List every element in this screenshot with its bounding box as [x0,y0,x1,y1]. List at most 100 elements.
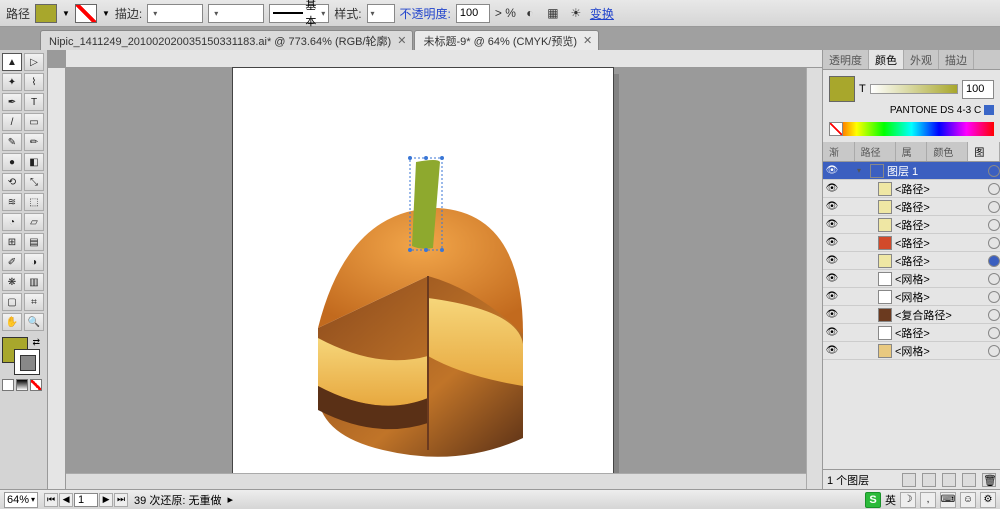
brush-combo[interactable]: 基本▾ [269,4,329,23]
fill-swatch[interactable] [35,4,57,23]
pager-last[interactable]: ⏭ [114,493,128,507]
direct-select-tool[interactable]: ▷ [24,53,44,71]
lasso-tool[interactable]: ⌇ [24,73,44,91]
ime-settings-icon[interactable]: ⚙ [980,492,996,508]
gradient-tool[interactable]: ▤ [24,233,44,251]
free-transform-tool[interactable]: ⬚ [24,193,44,211]
document-tab-2[interactable]: 未标题-9* @ 64% (CMYK/预览)✕ [414,30,599,50]
blend-tool[interactable]: ◑ [24,253,44,271]
color-mode-none[interactable] [30,379,42,391]
visibility-icon[interactable]: 👁 [825,165,839,176]
layer-row[interactable]: 👁<路径> [823,180,1000,198]
tab-stroke[interactable]: 描边 [939,50,974,69]
slice-tool[interactable]: ⌗ [24,293,44,311]
swap-fill-stroke-icon[interactable]: ⇄ [32,337,40,348]
layer-row[interactable]: 👁<网格> [823,342,1000,360]
style-combo[interactable]: ▾ [367,4,395,23]
zoom-combo[interactable]: 64%▾ [4,492,38,508]
pager-next[interactable]: ▶ [99,493,113,507]
visibility-icon[interactable]: 👁 [825,255,839,266]
visibility-icon[interactable]: 👁 [825,183,839,194]
mesh-tool[interactable]: ⊞ [2,233,22,251]
hand-tool[interactable]: ✋ [2,313,22,331]
stroke-weight-combo[interactable]: ▾ [147,4,203,23]
locate-object-icon[interactable] [902,473,916,487]
document-tab-1[interactable]: Nipic_1411249_201002020035150331183.ai* … [40,30,413,50]
layers-list[interactable]: 👁▾图层 1👁<路径>👁<路径>👁<路径>👁<路径>👁<路径>👁<网格>👁<网格… [823,162,1000,469]
spectrum-bar[interactable] [829,122,994,136]
none-color-icon[interactable] [829,122,843,136]
magic-wand-tool[interactable]: ✦ [2,73,22,91]
tab-transparency[interactable]: 透明度 [823,50,869,69]
fill-stroke-control[interactable]: ⇄ [2,337,40,375]
type-tool[interactable]: T [24,93,44,111]
tint-input[interactable] [962,80,994,99]
visibility-icon[interactable]: 👁 [825,273,839,284]
new-layer-icon[interactable] [962,473,976,487]
isolate-icon[interactable]: ☀ [567,4,585,22]
visibility-icon[interactable]: 👁 [825,237,839,248]
artboard-tool[interactable]: ▢ [2,293,22,311]
color-mode-solid[interactable] [2,379,14,391]
visibility-icon[interactable]: 👁 [825,309,839,320]
layer-row[interactable]: 👁<路径> [823,198,1000,216]
close-icon[interactable]: ✕ [583,34,592,47]
tab-attributes[interactable]: 属性 [896,142,928,161]
visibility-icon[interactable]: 👁 [825,345,839,356]
panel-fill-swatch[interactable] [829,76,855,102]
vertical-scrollbar[interactable] [806,68,822,489]
align-icon[interactable]: ▦ [544,4,562,22]
symbol-spray-tool[interactable]: ❋ [2,273,22,291]
fill-dropdown-icon[interactable]: ▼ [62,9,70,18]
close-icon[interactable]: ✕ [397,34,406,47]
eyedropper-tool[interactable]: ✐ [2,253,22,271]
pager-first[interactable]: ⏮ [44,493,58,507]
perspective-tool[interactable]: ▱ [24,213,44,231]
tab-color[interactable]: 颜色 [869,50,904,69]
stroke-swatch-dropdown-icon[interactable]: ▼ [102,9,110,18]
layer-row[interactable]: 👁<网格> [823,288,1000,306]
width-tool[interactable]: ≋ [2,193,22,211]
brush-tool[interactable]: ✎ [2,133,22,151]
layer-row[interactable]: 👁<复合路径> [823,306,1000,324]
ime-lang[interactable]: 英 [885,492,896,508]
tab-swatches[interactable]: 颜色库 [927,142,968,161]
line-tool[interactable]: / [2,113,22,131]
tab-layers[interactable]: 图层 [968,142,1000,161]
opacity-input[interactable] [456,4,490,23]
ime-moon-icon[interactable]: ☽ [900,492,916,508]
canvas-area[interactable] [48,50,822,489]
layer-row[interactable]: 👁<网格> [823,270,1000,288]
horizontal-scrollbar[interactable] [66,473,806,489]
scale-tool[interactable]: ⤡ [24,173,44,191]
pen-tool[interactable]: ✒ [2,93,22,111]
pager-prev[interactable]: ◀ [59,493,73,507]
tab-gradient[interactable]: 渐变 [823,142,855,161]
zoom-tool[interactable]: 🔍 [24,313,44,331]
sogou-icon[interactable]: S [865,492,881,508]
new-sublayer-icon[interactable] [942,473,956,487]
ime-punct-icon[interactable]: , [920,492,936,508]
shape-builder-tool[interactable]: ◔ [2,213,22,231]
pencil-tool[interactable]: ✏ [24,133,44,151]
eraser-tool[interactable]: ◧ [24,153,44,171]
rotate-tool[interactable]: ⟲ [2,173,22,191]
rectangle-tool[interactable]: ▭ [24,113,44,131]
layer-row[interactable]: 👁<路径> [823,234,1000,252]
visibility-icon[interactable]: 👁 [825,219,839,230]
layer-row-top[interactable]: 👁▾图层 1 [823,162,1000,180]
stroke-color-box[interactable] [14,349,40,375]
stroke-none-swatch[interactable] [75,4,97,23]
layer-row[interactable]: 👁<路径> [823,324,1000,342]
layer-row[interactable]: 👁<路径> [823,252,1000,270]
make-clip-icon[interactable] [922,473,936,487]
visibility-icon[interactable]: 👁 [825,327,839,338]
tab-pathfinder[interactable]: 路径器 [855,142,896,161]
status-arrow-icon[interactable]: ▸ [227,493,233,506]
blob-brush-tool[interactable]: ● [2,153,22,171]
graph-tool[interactable]: ▥ [24,273,44,291]
layer-row[interactable]: 👁<路径> [823,216,1000,234]
delete-layer-icon[interactable]: 🗑 [982,473,996,487]
color-mode-gradient[interactable] [16,379,28,391]
ime-keyboard-icon[interactable]: ⌨ [940,492,956,508]
